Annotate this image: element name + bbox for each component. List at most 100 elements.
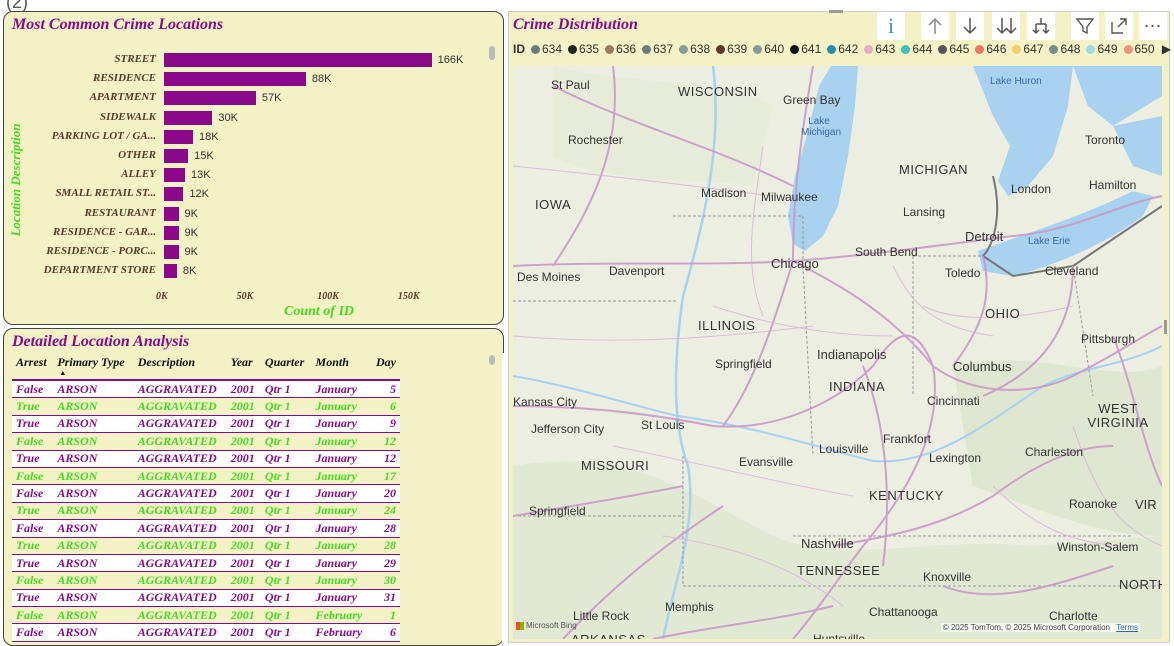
drill-down-button[interactable] xyxy=(956,12,984,40)
legend-marker xyxy=(716,45,726,55)
table-cell: 2001 xyxy=(226,571,261,590)
more-icon: ⋯ xyxy=(1143,15,1163,36)
city-label: St Louis xyxy=(641,418,685,432)
column-header[interactable]: Year xyxy=(226,353,261,381)
legend-item-label[interactable]: 638 xyxy=(690,42,710,56)
column-header[interactable]: Primary Type ▲ xyxy=(53,353,134,381)
table-row[interactable]: True ARSON AGGRAVATED 2001 Qtr 1 January 24 xyxy=(12,501,400,521)
expand-next-level-button[interactable] xyxy=(992,12,1020,40)
table-cell: 2001 xyxy=(226,501,261,521)
legend-next-icon[interactable]: ▶ xyxy=(1162,42,1171,56)
legend-item-label[interactable]: 649 xyxy=(1097,42,1117,56)
column-header[interactable]: Quarter xyxy=(260,353,312,381)
map-resize-handle[interactable] xyxy=(1164,320,1167,334)
terms-link[interactable]: Terms xyxy=(1116,623,1138,632)
table-cell: Qtr 1 xyxy=(260,484,312,503)
table-row[interactable]: False ARSON AGGRAVATED 2001 Qtr 1 January 12 xyxy=(12,432,400,451)
legend-item-label[interactable]: 635 xyxy=(579,42,599,56)
table-row[interactable]: False ARSON AGGRAVATED 2001 Qtr 1 January 5 xyxy=(12,379,400,399)
table-cell: ARSON xyxy=(53,623,134,642)
filter-button[interactable] xyxy=(1071,12,1099,40)
table-cell: 29 xyxy=(370,553,400,573)
legend-marker xyxy=(901,45,911,55)
bar-chart-panel: Most Common Crime Locations Location Des… xyxy=(3,11,504,325)
legend-item-label[interactable]: 641 xyxy=(801,42,821,56)
state-label: NORTH xyxy=(1119,577,1162,592)
table-row[interactable]: False ARSON AGGRAVATED 2001 Qtr 1 January 20 xyxy=(12,484,400,503)
table-cell: ARSON xyxy=(53,432,134,451)
table-cell: Qtr 1 xyxy=(260,397,312,416)
bar[interactable] xyxy=(164,187,184,202)
table-row[interactable]: True ARSON AGGRAVATED 2001 Qtr 1 January 6 xyxy=(12,397,400,416)
legend-item-label[interactable]: 644 xyxy=(912,42,932,56)
table-cell: AGGRAVATED xyxy=(133,449,227,468)
bar-value-label: 18K xyxy=(199,130,219,143)
legend-item-label[interactable]: 647 xyxy=(1023,42,1043,56)
legend-item-label[interactable]: 642 xyxy=(838,42,858,56)
state-label: MICHIGAN xyxy=(899,162,968,177)
bar[interactable] xyxy=(164,225,179,240)
table-row[interactable]: True ARSON AGGRAVATED 2001 Qtr 1 January 9 xyxy=(12,414,400,434)
table-row[interactable]: False ARSON AGGRAVATED 2001 Qtr 1 February 6 xyxy=(12,623,400,642)
legend-item-label[interactable]: 636 xyxy=(616,42,636,56)
bar-category-label: SMALL RETAIL ST... xyxy=(55,187,156,200)
table-cell: January xyxy=(311,501,370,521)
table-row[interactable]: True ARSON AGGRAVATED 2001 Qtr 1 January 12 xyxy=(12,449,400,468)
table-row[interactable]: False ARSON AGGRAVATED 2001 Qtr 1 January 28 xyxy=(12,519,400,538)
bar[interactable] xyxy=(164,168,185,183)
legend-item-label[interactable]: 639 xyxy=(727,42,747,56)
map-canvas[interactable]: Lake Huron Lake Michigan Lake Erie WISCO… xyxy=(513,66,1162,639)
table-row[interactable]: True ARSON AGGRAVATED 2001 Qtr 1 January 31 xyxy=(12,588,400,608)
column-header[interactable]: Arrest xyxy=(12,353,54,381)
bar-chart-scrollbar[interactable] xyxy=(489,46,495,60)
state-label: INDIANA xyxy=(829,379,886,394)
bar-value-label: 166K xyxy=(437,54,464,66)
bar[interactable] xyxy=(164,110,213,125)
expand-all-button[interactable] xyxy=(1027,12,1055,40)
bar[interactable] xyxy=(164,72,306,87)
column-header[interactable]: Day xyxy=(370,353,400,381)
table-cell: Qtr 1 xyxy=(260,606,312,625)
legend-item-label[interactable]: 646 xyxy=(986,42,1006,56)
legend-marker xyxy=(790,45,800,55)
table-cell: January xyxy=(311,553,370,573)
table-cell: AGGRAVATED xyxy=(133,397,227,416)
legend-item-label[interactable]: 643 xyxy=(875,42,895,56)
bar[interactable] xyxy=(164,53,432,67)
legend-item-label[interactable]: 650 xyxy=(1135,42,1155,56)
table-cell: Qtr 1 xyxy=(260,466,312,486)
table-row[interactable]: False ARSON AGGRAVATED 2001 Qtr 1 January 30 xyxy=(12,571,400,590)
legend-item-label[interactable]: 648 xyxy=(1060,42,1080,56)
table-row[interactable]: False ARSON AGGRAVATED 2001 Qtr 1 January 17 xyxy=(12,466,400,486)
table-row[interactable]: True ARSON AGGRAVATED 2001 Qtr 1 January 28 xyxy=(12,536,400,555)
legend-item-label[interactable]: 637 xyxy=(653,42,673,56)
city-label: Little Rock xyxy=(573,609,630,623)
legend-item-label[interactable]: 645 xyxy=(949,42,969,56)
bar[interactable] xyxy=(164,91,256,106)
info-button[interactable]: i xyxy=(877,12,905,40)
table-cell: 1 xyxy=(370,606,400,625)
detail-table: Arrest Primary Type ▲ Description Year Quarte… xyxy=(12,353,400,642)
focus-mode-button[interactable] xyxy=(1105,12,1133,40)
table-row[interactable]: False ARSON AGGRAVATED 2001 Qtr 1 February 1 xyxy=(12,606,400,625)
column-header[interactable]: Month xyxy=(311,353,370,381)
bar[interactable] xyxy=(164,245,179,259)
drill-up-button[interactable] xyxy=(921,12,949,40)
bar[interactable] xyxy=(164,264,177,279)
map-resize-handle[interactable] xyxy=(829,10,843,13)
bar[interactable] xyxy=(164,129,194,144)
bar[interactable] xyxy=(164,206,179,221)
legend-item-label[interactable]: 634 xyxy=(542,42,562,56)
column-header[interactable]: Description xyxy=(133,353,227,381)
table-scrollbar[interactable] xyxy=(489,355,495,365)
table-cell: AGGRAVATED xyxy=(133,432,227,451)
table-row[interactable]: True ARSON AGGRAVATED 2001 Qtr 1 January 29 xyxy=(12,553,400,573)
lake-huron-label: Lake Huron xyxy=(990,76,1042,87)
more-options-button[interactable]: ⋯ xyxy=(1139,12,1167,40)
table-cell: ARSON xyxy=(53,414,134,434)
bar-value-label: 88K xyxy=(311,73,332,86)
bar[interactable] xyxy=(164,149,189,163)
expand-icon xyxy=(1111,18,1127,34)
city-label: Green Bay xyxy=(783,93,841,107)
legend-item-label[interactable]: 640 xyxy=(764,42,784,56)
